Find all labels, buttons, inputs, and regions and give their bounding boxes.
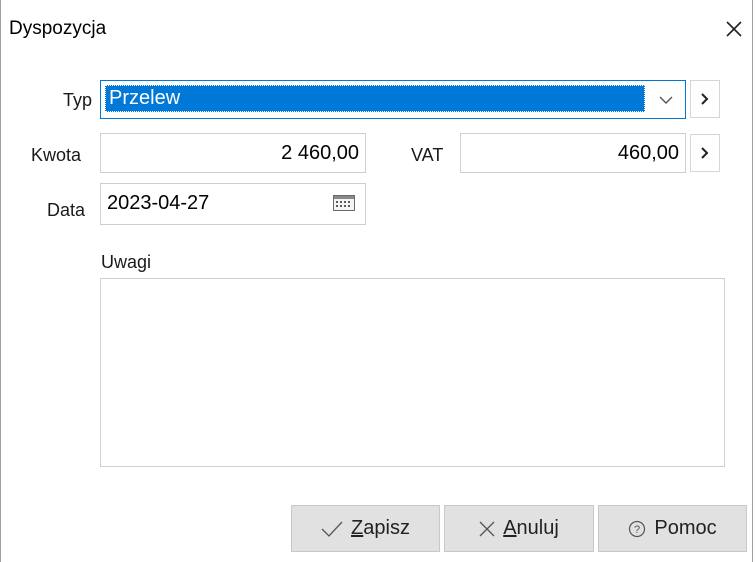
chevron-right-icon (701, 147, 709, 159)
uwagi-label: Uwagi (101, 252, 152, 272)
data-value: 2023-04-27 (107, 192, 210, 214)
close-icon (726, 21, 742, 37)
close-button[interactable] (719, 14, 749, 44)
vat-input[interactable]: 460,00 (460, 133, 686, 173)
calendar-icon (333, 195, 355, 211)
chevron-down-icon (659, 96, 673, 104)
svg-text:?: ? (634, 524, 640, 536)
save-accelerator: Z (351, 517, 364, 539)
cancel-accelerator: A (503, 517, 517, 539)
uwagi-textarea[interactable] (100, 278, 725, 467)
dialog-title: Dyspozycja (9, 18, 107, 39)
data-input[interactable]: 2023-04-27 (100, 183, 366, 225)
cancel-button-label: Anuluj (503, 517, 559, 540)
cancel-button[interactable]: Anuluj (444, 505, 594, 552)
dialog-window: Dyspozycja Typ Przelew Kwota 2 460,00 VA… (0, 0, 753, 562)
typ-dropdown-toggle[interactable] (647, 81, 685, 118)
typ-label: Typ (63, 90, 93, 110)
save-button-label: Zapisz (351, 517, 410, 540)
kwota-input[interactable]: 2 460,00 (100, 133, 366, 173)
help-button[interactable]: ? Pomoc (598, 505, 747, 552)
save-button[interactable]: Zapisz (291, 505, 440, 552)
typ-more-button[interactable] (690, 80, 720, 118)
help-icon: ? (629, 520, 646, 537)
x-icon (479, 521, 495, 536)
help-button-label: Pomoc (654, 517, 717, 539)
chevron-right-icon (701, 93, 709, 105)
data-label: Data (47, 200, 86, 220)
typ-combobox[interactable]: Przelew (100, 80, 686, 119)
typ-selected-value: Przelew (105, 85, 645, 112)
vat-label: VAT (411, 145, 444, 165)
kwota-label: Kwota (31, 145, 82, 165)
calendar-button[interactable] (329, 191, 359, 215)
vat-more-button[interactable] (690, 134, 720, 172)
save-label-rest: apisz (363, 517, 410, 539)
cancel-label-rest: nuluj (516, 517, 559, 539)
check-icon (321, 521, 343, 537)
